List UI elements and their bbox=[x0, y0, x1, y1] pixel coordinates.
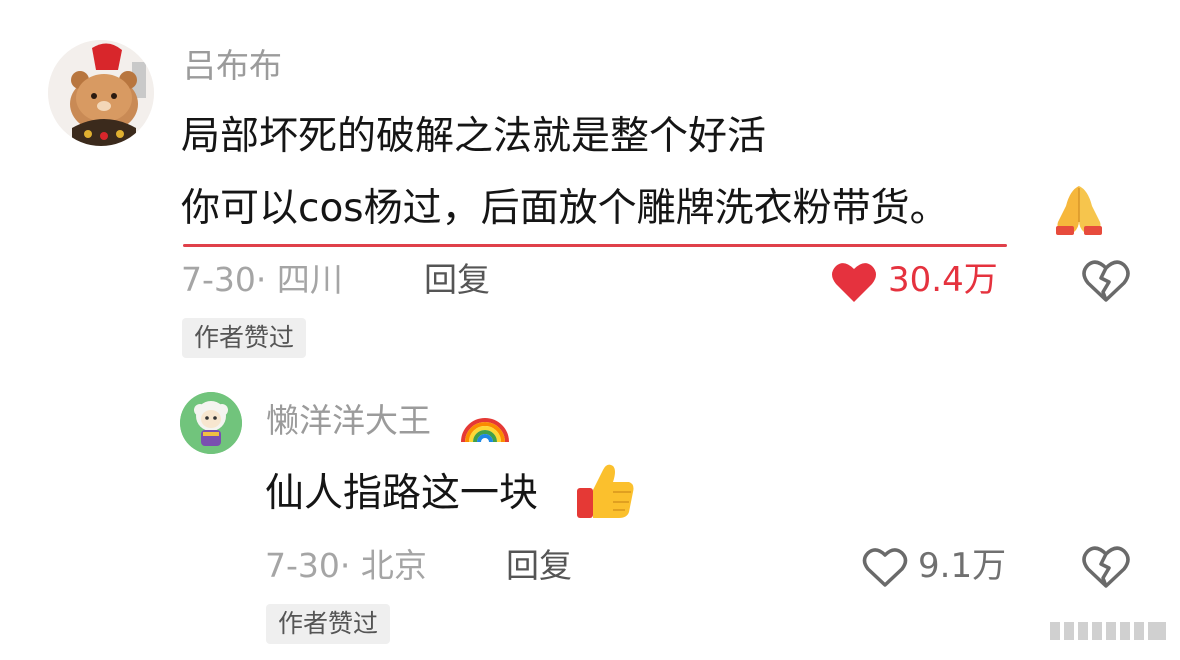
like-heart-outline-icon[interactable] bbox=[862, 546, 908, 588]
comment-date-location: 7-30· 四川 bbox=[181, 260, 343, 299]
thumbs-up-icon bbox=[573, 460, 637, 522]
like-count: 30.4万 bbox=[888, 260, 998, 300]
dislike-broken-heart-icon[interactable] bbox=[1082, 258, 1130, 304]
reply-dislike-broken-heart-icon[interactable] bbox=[1082, 544, 1130, 590]
reply-author-liked-badge: 作者赞过 bbox=[266, 604, 391, 644]
rainbow-icon bbox=[459, 398, 511, 446]
sheep-avatar-icon bbox=[180, 392, 242, 454]
watermark-logo bbox=[1050, 618, 1170, 644]
reply-date-location: 7-30· 北京 bbox=[265, 546, 427, 585]
comment-text-line-2: 你可以cos杨过，后面放个雕牌洗衣粉带货。 bbox=[181, 186, 949, 231]
like-heart-icon[interactable] bbox=[830, 260, 878, 304]
reply-username[interactable]: 懒洋洋大王 bbox=[266, 398, 431, 444]
reply-button[interactable]: 回复 bbox=[424, 257, 490, 303]
highlight-underline bbox=[183, 244, 1007, 247]
reply-avatar[interactable] bbox=[180, 392, 242, 454]
pray-icon bbox=[1048, 180, 1110, 236]
avatar[interactable] bbox=[48, 40, 154, 146]
reply-like-count: 9.1万 bbox=[918, 546, 1007, 586]
reply-reply-button[interactable]: 回复 bbox=[506, 543, 572, 589]
author-liked-badge: 作者赞过 bbox=[182, 318, 307, 358]
comment-username[interactable]: 吕布布 bbox=[183, 44, 282, 88]
bear-avatar-icon bbox=[48, 40, 154, 146]
comment-text-line-1: 局部坏死的破解之法就是整个好活 bbox=[181, 114, 767, 159]
reply-text: 仙人指路这一块 bbox=[265, 471, 539, 516]
